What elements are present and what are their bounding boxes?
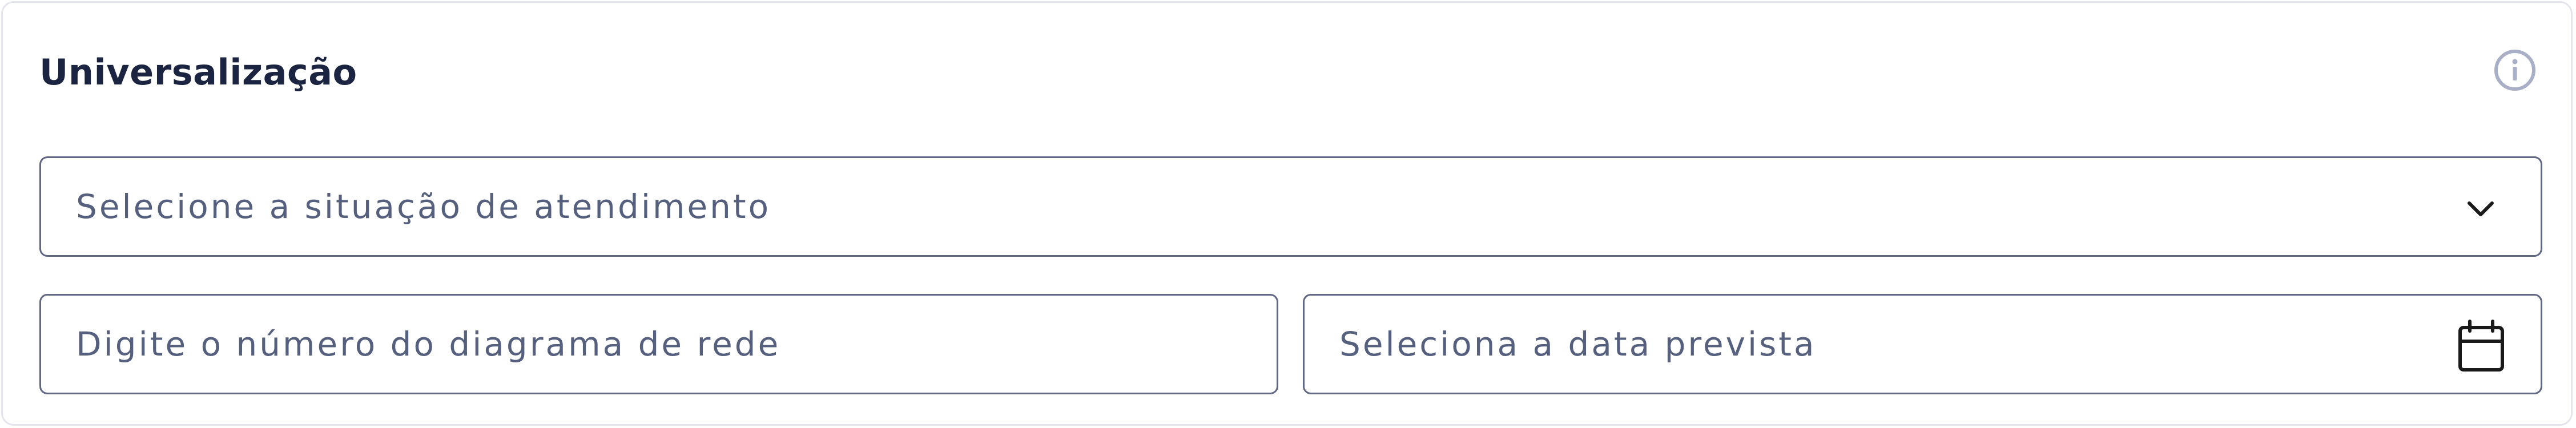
network-diagram-input[interactable]: Digite o número do diagrama de rede [39,294,1278,394]
card-title: Universalização [39,51,357,93]
calendar-icon[interactable] [2457,320,2505,372]
expected-date-placeholder: Seleciona a data prevista [1339,325,1817,364]
info-icon[interactable] [2493,49,2537,92]
service-status-placeholder: Selecione a situação de atendimento [76,187,771,226]
network-diagram-placeholder: Digite o número do diagrama de rede [76,325,781,364]
universalizacao-card: Universalização Selecione a situação de … [1,1,2573,426]
expected-date-picker[interactable]: Seleciona a data prevista [1303,294,2542,394]
service-status-select[interactable]: Selecione a situação de atendimento [39,156,2542,257]
chevron-down-icon[interactable] [2466,195,2495,223]
